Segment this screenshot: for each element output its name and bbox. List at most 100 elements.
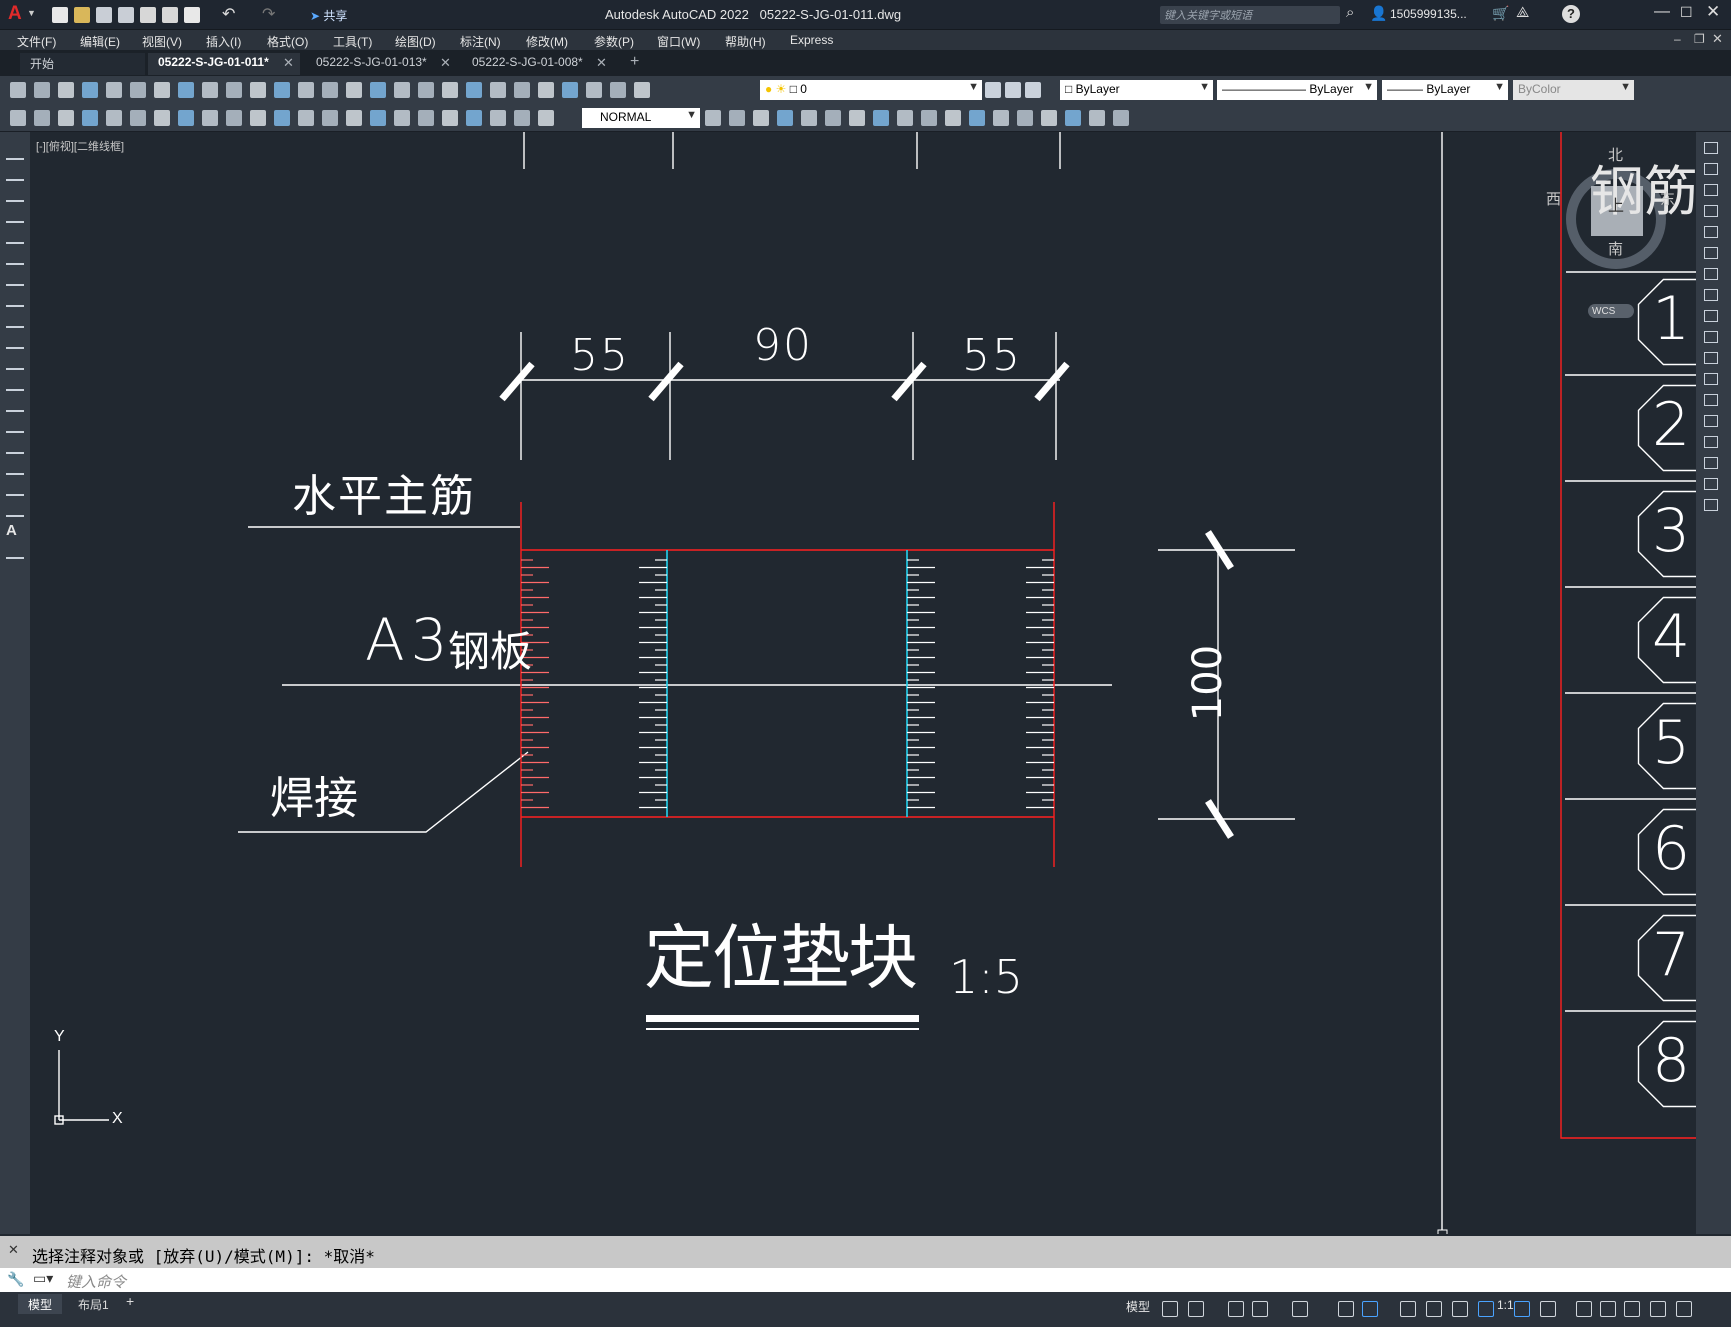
trim-icon[interactable] (1017, 110, 1033, 126)
customize-icon[interactable]: 🔧 (7, 1271, 24, 1288)
tab-close-icon[interactable]: ✕ (596, 55, 607, 71)
annotation-scale[interactable]: 1:1 (1497, 1298, 1514, 1312)
send-under-icon[interactable] (777, 110, 793, 126)
rectangle-icon[interactable] (6, 228, 24, 244)
search-input[interactable]: 键入关键字或短语 (1160, 6, 1340, 24)
spline-icon[interactable] (6, 312, 24, 328)
add-layout-icon[interactable]: + (126, 1293, 134, 1309)
layer-previous-icon[interactable] (1025, 82, 1041, 98)
polyline-icon[interactable] (6, 186, 24, 202)
extend-icon[interactable] (1704, 352, 1718, 364)
menu-file[interactable]: 文件(F) (17, 33, 56, 50)
save-web-icon[interactable] (162, 7, 178, 23)
menu-draw[interactable]: 绘图(D) (395, 33, 436, 50)
aligned-dim-icon[interactable] (514, 110, 530, 126)
line-icon[interactable] (6, 144, 24, 160)
isolate-icon[interactable] (1600, 1301, 1616, 1317)
stretch-icon[interactable] (993, 110, 1009, 126)
make-current-layer-icon[interactable] (985, 82, 1001, 98)
user-icon[interactable]: 👤 (1370, 5, 1387, 22)
radius-dim-icon[interactable] (106, 110, 122, 126)
send-back-icon[interactable] (729, 110, 745, 126)
doc-minimize-button[interactable]: – (1674, 32, 1681, 46)
tool-palette-icon[interactable] (442, 82, 458, 98)
clean-screen-icon[interactable] (1650, 1301, 1666, 1317)
menu-edit[interactable]: 编辑(E) (80, 33, 120, 50)
tab-drawing-008[interactable]: 05222-S-JG-01-008* (462, 53, 610, 75)
offset-icon[interactable] (873, 110, 889, 126)
open-web-icon[interactable] (140, 7, 156, 23)
pan-icon[interactable] (298, 82, 314, 98)
paste-icon[interactable] (202, 82, 218, 98)
arc-length-dim-icon[interactable] (58, 110, 74, 126)
explode-icon[interactable] (1704, 499, 1718, 511)
menu-view[interactable]: 视图(V) (142, 33, 182, 50)
tab-model[interactable]: 模型 (18, 1294, 63, 1314)
new-file-icon[interactable] (52, 7, 68, 23)
offset-icon[interactable] (1704, 205, 1718, 217)
close-command-icon[interactable]: ✕ (8, 1242, 19, 1258)
tab-start[interactable]: 开始 (20, 53, 145, 75)
copy-icon[interactable] (1704, 163, 1718, 175)
drawing-area[interactable]: [-][俯视][二维线框] 55 90 55 100 水平主筋 A3 钢板 焊接… (30, 132, 1696, 1234)
cut-icon[interactable] (154, 82, 170, 98)
region-icon[interactable] (6, 480, 24, 496)
qnew-icon[interactable] (586, 82, 602, 98)
mirror-icon[interactable] (1704, 184, 1718, 196)
multiline-text-icon[interactable]: A (6, 522, 24, 539)
object-snap-icon[interactable] (1362, 1301, 1378, 1317)
dim-update-icon[interactable] (466, 110, 482, 126)
insert-block-icon[interactable] (6, 375, 24, 391)
revision-cloud-icon[interactable] (6, 291, 24, 307)
angular-dim-icon[interactable] (178, 110, 194, 126)
make-block-icon[interactable] (6, 396, 24, 412)
doc-close-button[interactable]: ✕ (1712, 31, 1723, 47)
grid-icon[interactable] (1162, 1301, 1178, 1317)
construction-line-icon[interactable] (6, 165, 24, 181)
viewcube-east[interactable]: 东 (1660, 188, 1675, 209)
color-dropdown[interactable]: □ ByLayer ▼ (1060, 80, 1213, 100)
join-icon[interactable] (1704, 415, 1718, 427)
array-icon[interactable] (897, 110, 913, 126)
new-tab-icon[interactable]: + (630, 53, 639, 71)
isodraft-icon[interactable] (1292, 1301, 1308, 1317)
break-icon[interactable] (1704, 394, 1718, 406)
save-as-icon[interactable] (118, 7, 134, 23)
user-name[interactable]: 1505999135... (1390, 7, 1467, 21)
publish-icon[interactable] (130, 82, 146, 98)
erase-icon[interactable] (801, 110, 817, 126)
qnew-icon[interactable] (10, 82, 26, 98)
fillet-icon[interactable] (1704, 457, 1718, 469)
viewcube-north[interactable]: 北 (1608, 144, 1623, 165)
inspect-icon[interactable] (370, 110, 386, 126)
linear-dim-icon[interactable] (490, 110, 506, 126)
blend-curves-icon[interactable] (1704, 478, 1718, 490)
app-menu-dropdown-icon[interactable]: ▼ (27, 8, 36, 18)
open-icon[interactable] (610, 82, 626, 98)
join-icon[interactable] (1089, 110, 1105, 126)
annotation-visibility-icon[interactable] (1478, 1301, 1494, 1317)
save-icon[interactable] (634, 82, 650, 98)
menu-help[interactable]: 帮助(H) (725, 33, 766, 50)
move-icon[interactable] (1704, 247, 1718, 259)
dim-text-edit-icon[interactable] (442, 110, 458, 126)
viewcube-south[interactable]: 南 (1608, 238, 1623, 259)
polar-icon[interactable] (1252, 1301, 1268, 1317)
quick-dim-icon[interactable] (202, 110, 218, 126)
menu-express[interactable]: Express (790, 33, 833, 47)
zoom-realtime-icon[interactable] (322, 82, 338, 98)
continue-dim-icon[interactable] (250, 110, 266, 126)
stretch-icon[interactable] (1704, 310, 1718, 322)
customize-icon[interactable] (1676, 1301, 1692, 1317)
zoom-window-icon[interactable] (346, 82, 362, 98)
table-icon[interactable] (6, 501, 24, 517)
rotate-icon[interactable] (1704, 268, 1718, 280)
chamfer-icon[interactable] (1704, 436, 1718, 448)
undo-icon[interactable]: ↶ (222, 4, 235, 24)
trim-icon[interactable] (1704, 331, 1718, 343)
design-center-icon[interactable] (418, 82, 434, 98)
annotation-monitor-icon[interactable] (1576, 1301, 1592, 1317)
hatch-icon[interactable] (6, 438, 24, 454)
menu-modify[interactable]: 修改(M) (526, 33, 568, 50)
grip-handle[interactable] (1437, 1229, 1448, 1234)
